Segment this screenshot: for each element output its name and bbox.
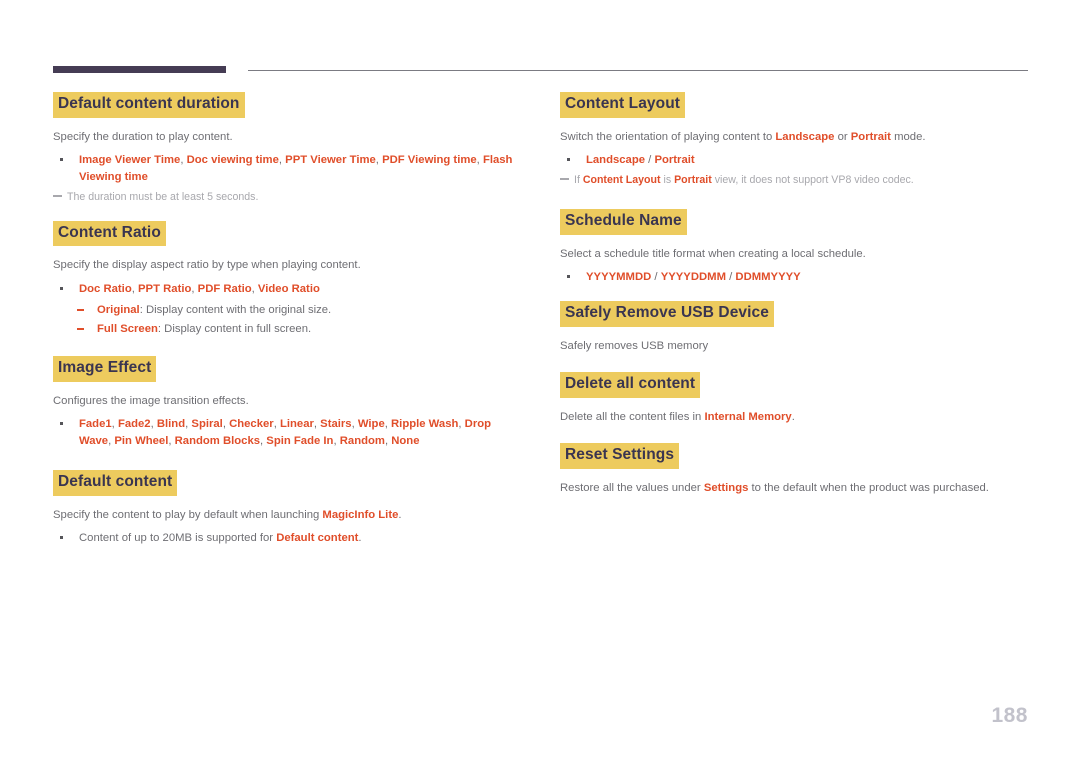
- section-content-layout: Content Layout Switch the orientation of…: [560, 92, 1030, 189]
- note-item: The duration must be at least 5 seconds.: [53, 190, 523, 205]
- bullet-item: Fade1, Fade2, Blind, Spiral, Checker, Li…: [53, 416, 523, 450]
- section-heading: Content Layout: [560, 92, 686, 118]
- section-default-content: Default content Specify the content to p…: [53, 469, 523, 547]
- section-intro: Specify the duration to play content.: [53, 130, 233, 143]
- section-default-content-duration: Default content duration Specify the dur…: [53, 92, 523, 206]
- header-rule-thick-bar: [53, 66, 226, 73]
- section-intro: Configures the image transition effects.: [53, 394, 249, 407]
- bullet-item: Image Viewer Time, Doc viewing time, PPT…: [53, 152, 523, 186]
- section-heading: Default content duration: [53, 92, 245, 118]
- bullet-terms: Landscape / Portrait: [586, 154, 695, 167]
- subbullet-term: Full Screen: [97, 322, 158, 335]
- bullet-terms: Fade1, Fade2, Blind, Spiral, Checker, Li…: [79, 417, 492, 447]
- bullet-dot-icon: [60, 286, 63, 290]
- subbullet-item: Original: Display content with the origi…: [53, 302, 523, 319]
- section-intro: Select a schedule title format when crea…: [560, 247, 866, 260]
- section-heading: Default content: [53, 469, 178, 496]
- section-intro: Restore all the values under Settings to…: [560, 482, 989, 495]
- subbullet-term: Original: [97, 303, 140, 316]
- section-intro: Delete all the content files in Internal…: [560, 411, 795, 424]
- section-image-effect: Image Effect Configures the image transi…: [53, 355, 523, 450]
- header-rule-thin-line: [248, 70, 1028, 71]
- section-heading: Reset Settings: [560, 443, 680, 470]
- section-heading: Schedule Name: [560, 208, 687, 235]
- section-heading: Safely Remove USB Device: [560, 300, 774, 327]
- section-safely-remove-usb-device: Safely Remove USB Device Safely removes …: [560, 300, 1030, 354]
- section-intro: Safely removes USB memory: [560, 339, 709, 352]
- section-intro: Specify the content to play by default w…: [53, 508, 402, 521]
- bullet-item: YYYYMMDD / YYYYDDMM / DDMMYYYY: [560, 269, 1030, 286]
- bullet-terms: Image Viewer Time, Doc viewing time, PPT…: [79, 154, 513, 184]
- bullet-item: Doc Ratio, PPT Ratio, PDF Ratio, Video R…: [53, 281, 523, 298]
- bullet-terms: YYYYMMDD / YYYYDDMM / DDMMYYYY: [586, 270, 801, 283]
- subbullet-text: : Display content in full screen.: [157, 322, 312, 335]
- bullet-dot-icon: [60, 421, 63, 425]
- right-column: Content Layout Switch the orientation of…: [560, 92, 1030, 504]
- manual-page: Default content duration Specify the dur…: [0, 0, 1080, 763]
- note-text: The duration must be at least 5 seconds.: [67, 191, 259, 204]
- bullet-terms: Doc Ratio, PPT Ratio, PDF Ratio, Video R…: [79, 282, 320, 295]
- page-number: 188: [991, 704, 1028, 727]
- bullet-dot-icon: [567, 274, 570, 278]
- bullet-dot-icon: [567, 158, 570, 162]
- bullet-item: Landscape / Portrait: [560, 152, 1030, 169]
- bullet-dot-icon: [60, 158, 63, 162]
- note-item: If Content Layout is Portrait view, it d…: [560, 173, 1030, 188]
- section-heading: Delete all content: [560, 372, 701, 399]
- section-intro: Switch the orientation of playing conten…: [560, 130, 926, 143]
- header-rule: [53, 66, 1028, 76]
- subbullet-item: Full Screen: Display content in full scr…: [53, 321, 523, 338]
- section-reset-settings: Reset Settings Restore all the values un…: [560, 443, 1030, 496]
- bullet-dot-icon: [60, 536, 63, 540]
- section-intro: Specify the display aspect ratio by type…: [53, 259, 361, 272]
- bullet-text: Content of up to 20MB is supported for D…: [79, 532, 362, 545]
- section-heading: Content Ratio: [53, 220, 166, 247]
- left-column: Default content duration Specify the dur…: [53, 92, 523, 551]
- note-text: If Content Layout is Portrait view, it d…: [574, 174, 914, 187]
- section-content-ratio: Content Ratio Specify the display aspect…: [53, 220, 523, 338]
- note-dash-icon: [560, 178, 569, 181]
- section-delete-all-content: Delete all content Delete all the conten…: [560, 372, 1030, 425]
- subbullet-dash-icon: [77, 308, 84, 311]
- bullet-item: Content of up to 20MB is supported for D…: [53, 530, 523, 547]
- note-dash-icon: [53, 195, 62, 198]
- subbullet-dash-icon: [77, 327, 84, 330]
- section-heading: Image Effect: [53, 355, 157, 382]
- section-schedule-name: Schedule Name Select a schedule title fo…: [560, 208, 1030, 286]
- subbullet-text: : Display content with the original size…: [139, 303, 332, 316]
